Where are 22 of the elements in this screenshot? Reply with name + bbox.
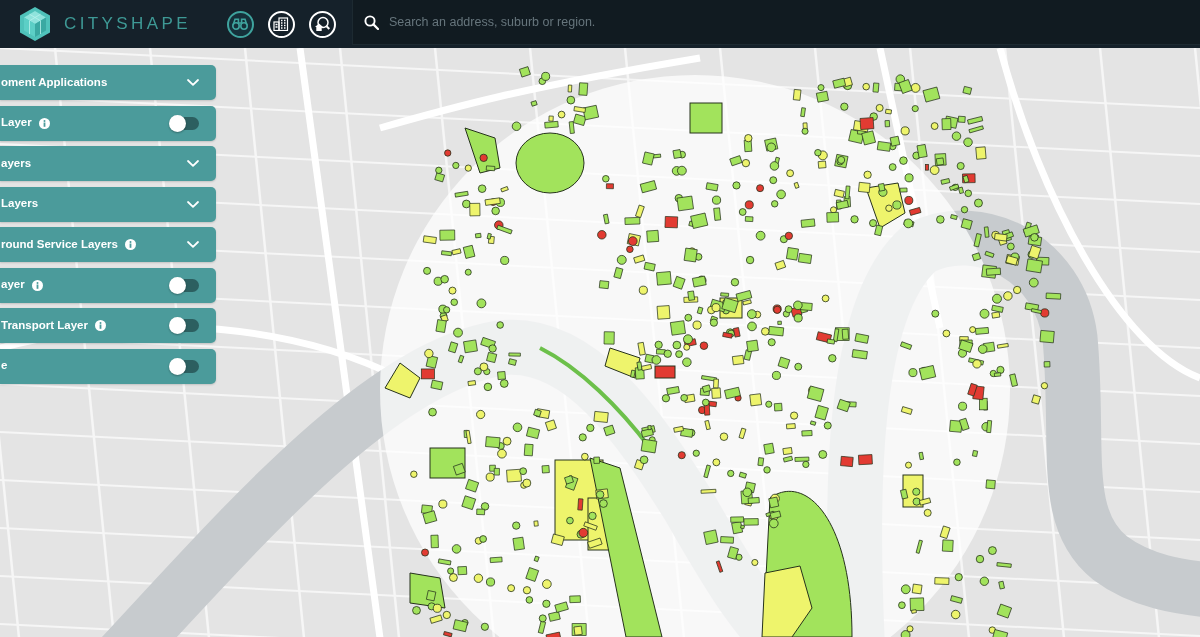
buildings-button[interactable] bbox=[267, 10, 295, 38]
binoculars-icon bbox=[232, 18, 249, 30]
search-field[interactable]: Search an address, suburb or region. bbox=[351, 0, 1200, 45]
layer-group-button[interactable]: ayers bbox=[0, 146, 216, 181]
toggle-switch[interactable] bbox=[169, 276, 199, 294]
layer-group-button[interactable]: Layers bbox=[0, 186, 216, 222]
layer-label: e bbox=[1, 358, 8, 374]
home-search-icon bbox=[314, 16, 331, 32]
layer-group-button[interactable]: oment Applications bbox=[0, 65, 216, 100]
buildings-icon bbox=[273, 17, 290, 31]
layer-label: Layer bbox=[1, 115, 32, 131]
toggle-switch[interactable] bbox=[169, 357, 199, 375]
brand-name: CITYSHAPE bbox=[64, 13, 191, 36]
toggle-switch[interactable] bbox=[169, 114, 199, 132]
layer-label: Transport Layer bbox=[1, 317, 88, 333]
layer-group-button[interactable]: round Service Layers bbox=[0, 227, 216, 262]
home-search-button[interactable] bbox=[308, 10, 336, 38]
explore-button[interactable] bbox=[226, 10, 254, 38]
logo-icon bbox=[20, 7, 50, 41]
toggle-switch[interactable] bbox=[169, 317, 199, 334]
search-icon bbox=[363, 15, 379, 30]
layer-label: ayer bbox=[1, 277, 25, 293]
